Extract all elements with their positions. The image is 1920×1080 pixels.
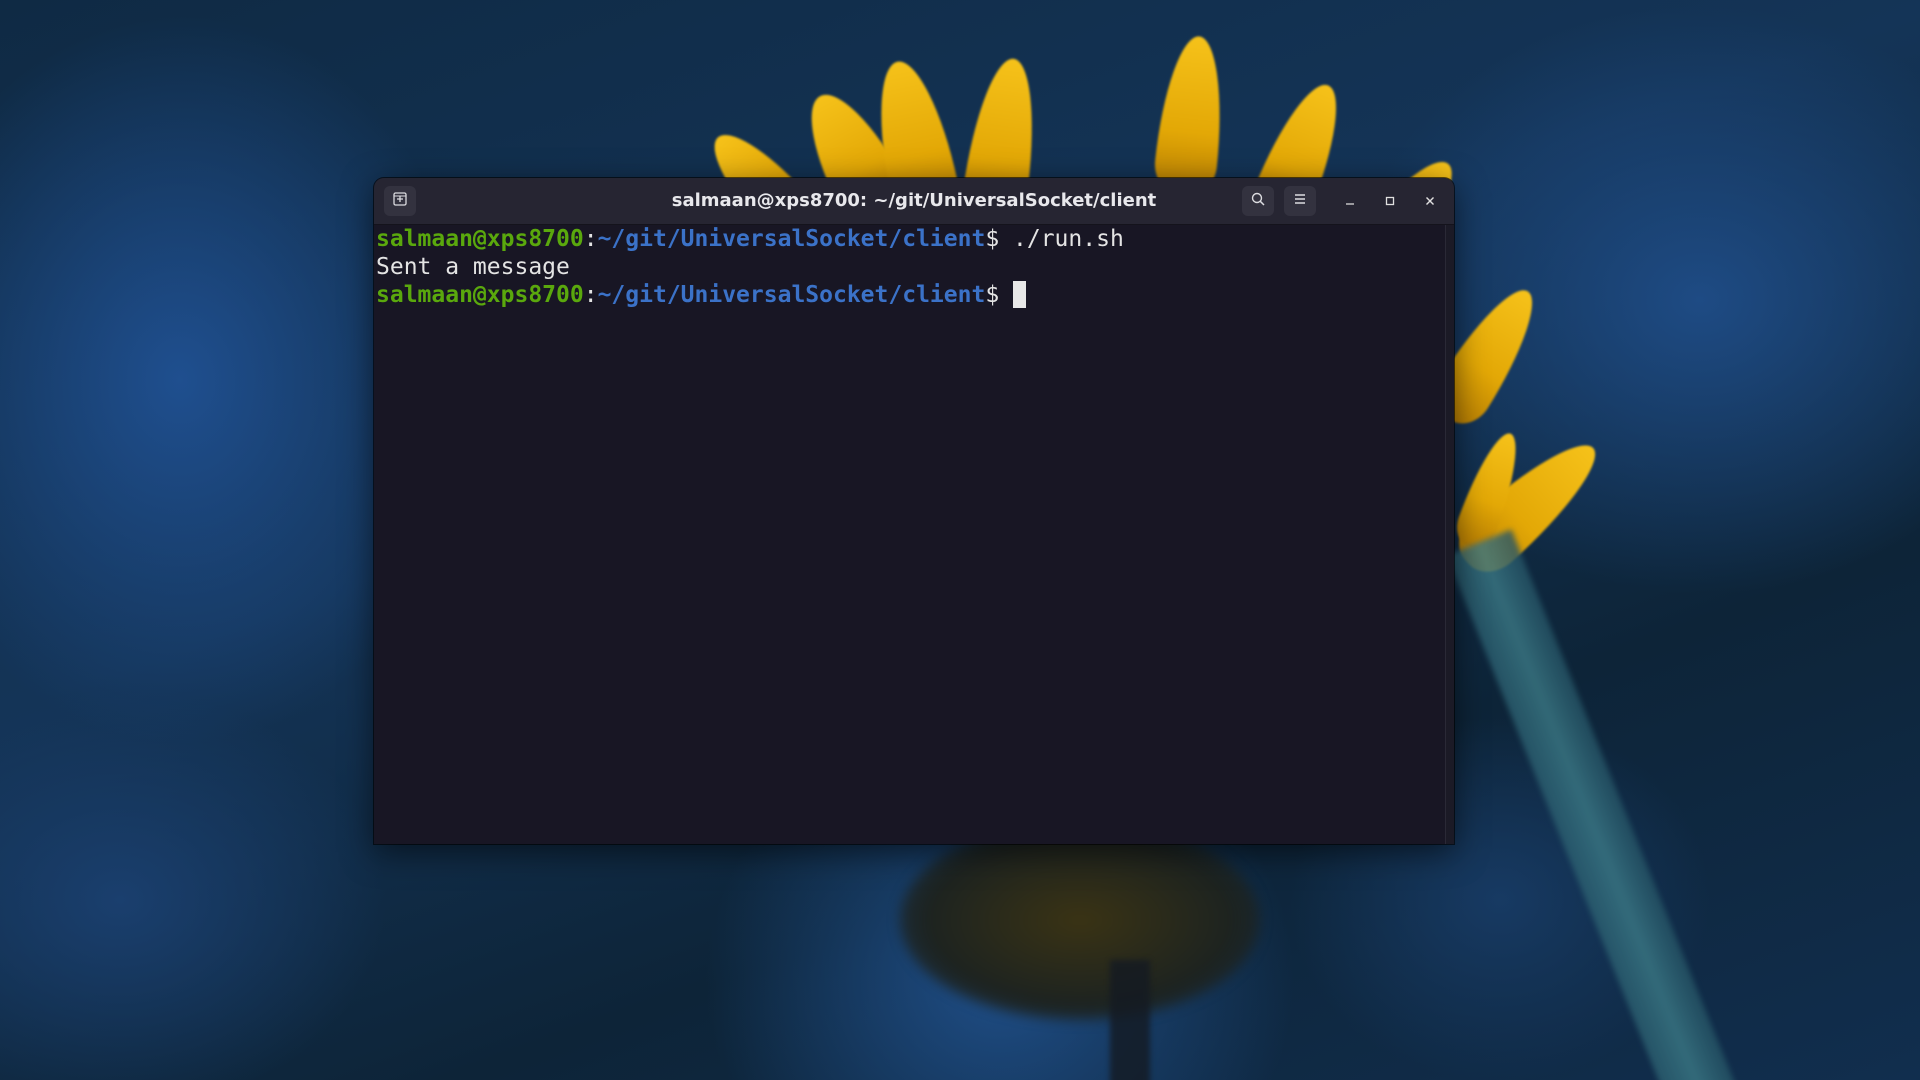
command-output: Sent a message	[376, 254, 570, 280]
prompt-user-host: salmaan@xps8700	[376, 282, 584, 308]
close-button[interactable]	[1418, 189, 1442, 213]
prompt-symbol: $	[985, 226, 1000, 252]
minimize-button[interactable]	[1338, 189, 1362, 213]
new-tab-icon	[392, 191, 408, 211]
terminal-line-prompt: salmaan@xps8700:~/git/UniversalSocket/cl…	[376, 225, 1448, 253]
window-title: salmaan@xps8700: ~/git/UniversalSocket/c…	[671, 190, 1157, 211]
hamburger-menu-icon	[1292, 191, 1308, 211]
prompt-user-host: salmaan@xps8700	[376, 226, 584, 252]
window-titlebar[interactable]: salmaan@xps8700: ~/git/UniversalSocket/c…	[374, 178, 1454, 225]
terminal-line-prompt: salmaan@xps8700:~/git/UniversalSocket/cl…	[376, 281, 1448, 309]
terminal-output-area[interactable]: salmaan@xps8700:~/git/UniversalSocket/cl…	[374, 225, 1448, 844]
maximize-button[interactable]	[1378, 189, 1402, 213]
menu-button[interactable]	[1284, 186, 1316, 216]
typed-command: ./run.sh	[999, 226, 1124, 252]
prompt-separator: :	[583, 282, 598, 308]
terminal-window[interactable]: salmaan@xps8700: ~/git/UniversalSocket/c…	[374, 178, 1454, 844]
terminal-scrollbar[interactable]	[1445, 225, 1454, 844]
new-tab-button[interactable]	[384, 186, 416, 216]
minimize-icon	[1344, 192, 1356, 211]
prompt-separator: :	[583, 226, 598, 252]
prompt-path: ~/git/UniversalSocket/client	[597, 226, 986, 252]
maximize-icon	[1384, 192, 1396, 211]
search-icon	[1250, 191, 1266, 211]
prompt-path: ~/git/UniversalSocket/client	[597, 282, 986, 308]
text-cursor	[1013, 281, 1027, 308]
close-icon	[1424, 192, 1436, 211]
search-button[interactable]	[1242, 186, 1274, 216]
terminal-line-output: Sent a message	[376, 253, 1448, 281]
prompt-symbol: $	[985, 282, 1000, 308]
